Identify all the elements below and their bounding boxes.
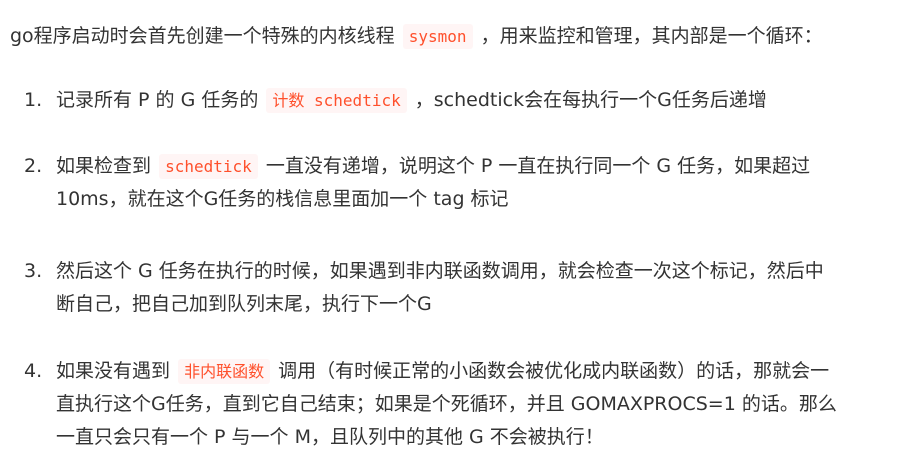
list-item-text: 然后这个 G 任务在执行的时候，如果遇到非内联函数调用，就会检查一次这个标记，然… xyxy=(56,255,896,321)
list-item-number: 2. xyxy=(24,155,43,177)
inline-code-non-inline-function: 非内联函数 xyxy=(178,359,271,384)
item-text-line1: 然后这个 G 任务在执行的时候，如果遇到非内联函数调用，就会检查一次这个标记，然… xyxy=(56,260,824,282)
list-item-text: 如果检查到 schedtick 一直没有递增，说明这个 P 一直在执行同一个 G… xyxy=(56,150,896,216)
item-text-before: 如果检查到 xyxy=(56,155,152,177)
item-text-line2: 10ms，就在这个G任务的栈信息里面加一个 tag 标记 xyxy=(56,188,509,210)
list-item-text: 记录所有 P 的 G 任务的 计数 schedtick ，schedtick会在… xyxy=(56,84,896,117)
inline-code-schedtick: schedtick xyxy=(159,154,258,179)
intro-text-before: go程序启动时会首先创建一个特殊的内核线程 xyxy=(10,25,395,47)
list-item-text: 如果没有遇到 非内联函数 调用（有时候正常的小函数会被优化成内联函数）的话，那就… xyxy=(56,355,896,454)
list-item-number: 3. xyxy=(24,260,43,282)
item-text-before: 如果没有遇到 xyxy=(56,360,171,382)
list-item-number: 4. xyxy=(24,360,43,382)
intro-paragraph: go程序启动时会首先创建一个特殊的内核线程 sysmon ，用来监控和管理，其内… xyxy=(10,22,823,51)
intro-text-after: ，用来监控和管理，其内部是一个循环： xyxy=(480,25,823,47)
item-text-after: ，schedtick会在每执行一个G任务后递增 xyxy=(414,89,767,111)
inline-code-sysmon: sysmon xyxy=(402,24,473,49)
item-text-after: 调用（有时候正常的小函数会被优化成内联函数）的话，那就会一 xyxy=(278,360,830,382)
item-text-line2: 断自己，把自己加到队列末尾，执行下一个G xyxy=(56,293,432,315)
inline-code-schedtick: 计数 schedtick xyxy=(266,88,407,113)
item-text-after: 一直没有递增，说明这个 P 一直在执行同一个 G 任务，如果超过 xyxy=(265,155,811,177)
item-text-line2: 直执行这个G任务，直到它自己结束；如果是个死循环，并且 GOMAXPROCS=1… xyxy=(56,393,837,415)
list-item-number: 1. xyxy=(24,89,43,111)
item-text-before: 记录所有 P 的 G 任务的 xyxy=(56,89,259,111)
item-text-line3: 一直只会只有一个 P 与一个 M，且队列中的其他 G 不会被执行！ xyxy=(56,426,604,448)
